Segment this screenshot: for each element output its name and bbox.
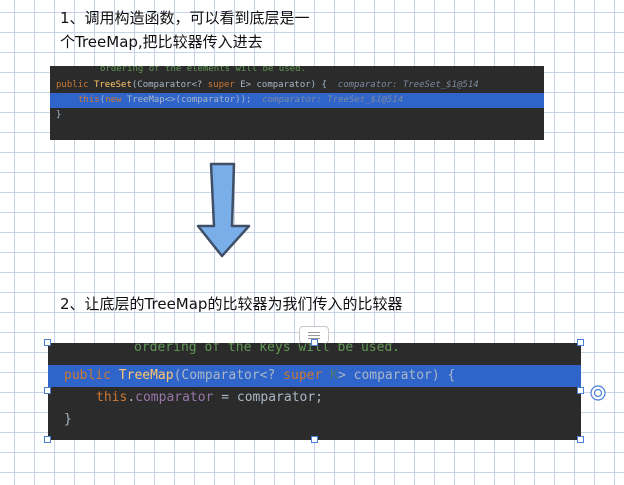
code2-assign-rest: = comparator; — [213, 390, 323, 405]
resize-handle-bottom-right[interactable] — [577, 436, 584, 443]
code2-field: comparator — [135, 390, 214, 405]
code2-dot: . — [127, 390, 136, 405]
code2-comment: ordering of the keys will be used. — [134, 343, 401, 355]
step2-caption: 2、让底层的TreeMap的比较器为我们传入的比较器 — [60, 295, 403, 313]
treeset-code-screenshot: ordering of the elements will be used. p… — [50, 66, 544, 140]
code1-debug-hint-2: comparator: TreeSet_$1@514 — [262, 95, 404, 105]
code1-comment: ordering of the elements will be used. — [100, 66, 306, 74]
code1-method-name: TreeSet — [93, 80, 132, 90]
treemap-code-screenshot[interactable]: ordering of the keys will be used. publi… — [48, 343, 581, 440]
rotate-handle-icon[interactable] — [588, 383, 608, 403]
step1-line1: 1、调用构造函数，可以看到底层是一 — [60, 9, 310, 27]
code2-params-start: (Comparator<? — [173, 368, 284, 383]
code2-type-k: K — [330, 368, 338, 383]
resize-handle-top-right[interactable] — [577, 339, 584, 346]
down-arrow-icon — [196, 162, 251, 258]
code1-params-start: (Comparator<? — [131, 80, 208, 90]
code1-params-end: E> comparator) { — [234, 80, 327, 90]
step1-line2: 个TreeMap,把比较器传入进去 — [60, 33, 263, 51]
code2-closing-brace: } — [64, 412, 72, 427]
step1-caption: 1、调用构造函数，可以看到底层是一 个TreeMap,把比较器传入进去 — [60, 6, 360, 54]
resize-handle-top-center[interactable] — [311, 339, 318, 346]
resize-handle-top-left[interactable] — [44, 339, 51, 346]
code1-kw-public: public — [56, 80, 89, 90]
code2-kw-super: super — [283, 368, 323, 383]
code1-kw-super: super — [207, 80, 235, 90]
code1-kw-this: this — [78, 95, 100, 105]
code2-kw-this: this — [96, 390, 128, 405]
code1-treemap-call: TreeMap<>(comparator)); — [121, 95, 252, 105]
resize-handle-middle-left[interactable] — [44, 387, 51, 394]
code2-assignment-line: this.comparator = comparator; — [96, 387, 581, 409]
code1-constructor-line: public TreeSet(Comparator<? super E> com… — [56, 78, 544, 93]
code1-closing-brace: } — [56, 110, 62, 120]
code1-selected-line: this(new TreeMap<>(comparator)); compara… — [50, 93, 544, 108]
code1-kw-new: new — [105, 95, 122, 105]
code1-debug-hint-1: comparator: TreeSet_$1@514 — [337, 80, 479, 90]
resize-handle-bottom-center[interactable] — [311, 436, 318, 443]
resize-handle-bottom-left[interactable] — [44, 436, 51, 443]
code2-kw-public: public — [64, 368, 111, 383]
code2-params-end: > comparator) { — [337, 368, 456, 383]
code2-selected-line: public TreeMap(Comparator<? super K> com… — [48, 365, 581, 387]
code2-method-name: TreeMap — [118, 368, 174, 383]
resize-handle-middle-right[interactable] — [577, 387, 584, 394]
